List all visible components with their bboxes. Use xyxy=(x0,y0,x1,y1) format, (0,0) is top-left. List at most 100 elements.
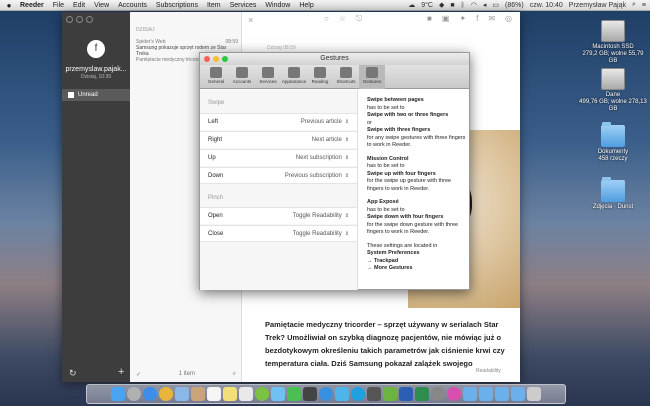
tab-reading[interactable]: Reading xyxy=(307,65,333,89)
safari-icon[interactable]: ◎ xyxy=(505,14,512,23)
reminders-icon[interactable] xyxy=(239,387,253,401)
tab-gestures[interactable]: Gestures xyxy=(359,65,385,89)
wifi-icon[interactable]: ◠ xyxy=(471,1,477,9)
clock[interactable]: czw. 10:40 xyxy=(530,2,563,9)
desktop-icon-dokumenty[interactable]: Dokumenty 458 rzeczy xyxy=(578,122,648,163)
zoom-button[interactable] xyxy=(222,56,228,62)
close-button[interactable] xyxy=(66,16,73,23)
bluetooth-icon[interactable]: ᛒ xyxy=(461,2,465,9)
gesture-value-select[interactable]: Toggle Readability xyxy=(293,231,342,237)
readability-button[interactable]: Readability xyxy=(476,368,501,374)
messages-icon[interactable] xyxy=(271,387,285,401)
app-store-icon[interactable] xyxy=(319,387,333,401)
notifications-icon[interactable]: ≡ xyxy=(642,2,646,9)
system-preferences-icon[interactable] xyxy=(431,387,445,401)
search-icon[interactable]: ⌕ xyxy=(233,371,236,378)
gesture-row-down[interactable]: Down Previous subscription ⇕ xyxy=(200,167,357,184)
tab-general[interactable]: General xyxy=(203,65,229,89)
add-icon[interactable]: + xyxy=(118,366,124,378)
evernote-icon[interactable] xyxy=(383,387,397,401)
mail-icon[interactable] xyxy=(175,387,189,401)
trash-icon[interactable] xyxy=(527,387,541,401)
gesture-row-close[interactable]: Close Toggle Readability ⇕ xyxy=(200,225,357,242)
tab-accounts[interactable]: Accounts xyxy=(229,65,255,89)
menu-view[interactable]: View xyxy=(94,2,109,9)
downloads-icon[interactable] xyxy=(511,387,525,401)
instapaper-icon[interactable]: ■ xyxy=(427,14,432,23)
desktop-icon-zdjecia[interactable]: Zdjęcia · Dunst xyxy=(578,177,648,211)
menu-accounts[interactable]: Accounts xyxy=(118,2,147,9)
tab-services[interactable]: Services xyxy=(255,65,281,89)
help-setting: → Trackpad xyxy=(367,257,399,264)
word-icon[interactable] xyxy=(399,387,413,401)
refresh-icon[interactable]: ↻ xyxy=(69,368,77,379)
chrome-icon[interactable] xyxy=(159,387,173,401)
gesture-value-select[interactable]: Previous subscription xyxy=(285,173,342,179)
facebook-icon[interactable]: f xyxy=(476,14,478,23)
checkmark-icon[interactable]: ✓ xyxy=(136,371,141,378)
account-name[interactable]: przemyslaw.pajak... xyxy=(62,66,130,73)
user-name[interactable]: Przemysław Pająk xyxy=(569,2,626,9)
zoom-button[interactable] xyxy=(86,16,93,23)
menu-app-name[interactable]: Reeder xyxy=(20,2,44,9)
reeder-icon[interactable] xyxy=(367,387,381,401)
contacts-icon[interactable] xyxy=(191,387,205,401)
folder-icon[interactable] xyxy=(463,387,477,401)
share-icon[interactable]: ⎋ xyxy=(356,14,362,24)
menu-services[interactable]: Services xyxy=(230,2,257,9)
evernote-icon[interactable]: ■ xyxy=(450,2,454,9)
battery-percent[interactable]: (86%) xyxy=(505,2,524,9)
circle-icon[interactable]: ○ xyxy=(324,14,329,24)
excel-icon[interactable] xyxy=(415,387,429,401)
close-list-icon[interactable]: × xyxy=(248,15,253,25)
gesture-row-left[interactable]: Left Previous article ⇕ xyxy=(200,113,357,130)
facetime-icon[interactable] xyxy=(287,387,301,401)
tab-appearance[interactable]: Appearance xyxy=(281,65,307,89)
battery-icon[interactable]: ▭ xyxy=(492,1,499,9)
notes-icon[interactable] xyxy=(223,387,237,401)
folder-icon[interactable] xyxy=(479,387,493,401)
folder-icon[interactable] xyxy=(495,387,509,401)
twitter-icon[interactable]: ✦ xyxy=(459,14,466,23)
gesture-value-select[interactable]: Next article xyxy=(312,137,342,143)
gesture-row-up[interactable]: Up Next subscription ⇕ xyxy=(200,149,357,166)
desktop-icon-macintosh-ssd[interactable]: Macintosh SSD 279,2 GB; wolne 55,79 GB xyxy=(578,20,648,65)
gesture-row-right[interactable]: Right Next article ⇕ xyxy=(200,131,357,148)
menu-item[interactable]: Item xyxy=(207,2,221,9)
pocket-icon[interactable]: ▣ xyxy=(442,14,450,23)
safari-icon[interactable] xyxy=(143,387,157,401)
dropbox-icon[interactable]: ◆ xyxy=(439,1,444,9)
desktop-icon-dane[interactable]: Dane 499,76 GB; wolne 278,13 GB xyxy=(578,68,648,113)
menu-window[interactable]: Window xyxy=(265,2,290,9)
apple-icon[interactable]: ● xyxy=(4,1,14,10)
calendar-icon[interactable] xyxy=(207,387,221,401)
itunes-icon[interactable] xyxy=(447,387,461,401)
tab-label: Shortcuts xyxy=(336,79,356,84)
spotlight-icon[interactable]: ⌕ xyxy=(632,1,636,9)
volume-icon[interactable]: ◂ xyxy=(483,1,487,9)
weather-icon[interactable]: ☁ xyxy=(408,1,415,9)
menu-file[interactable]: File xyxy=(53,2,64,9)
menu-edit[interactable]: Edit xyxy=(73,2,85,9)
mail-icon[interactable]: ✉ xyxy=(488,14,495,23)
launchpad-icon[interactable] xyxy=(127,387,141,401)
gesture-row-open[interactable]: Open Toggle Readability ⇕ xyxy=(200,207,357,224)
menu-help[interactable]: Help xyxy=(299,2,313,9)
finder-icon[interactable] xyxy=(111,387,125,401)
app-icon[interactable] xyxy=(303,387,317,401)
close-button[interactable] xyxy=(204,56,210,62)
gesture-value-select[interactable]: Next subscription xyxy=(296,155,342,161)
menu-subscriptions[interactable]: Subscriptions xyxy=(156,2,198,9)
spotify-icon[interactable] xyxy=(255,387,269,401)
desktop-icon-sub: 458 rzeczy xyxy=(598,156,628,162)
gesture-value-select[interactable]: Toggle Readability xyxy=(293,213,342,219)
tab-shortcuts[interactable]: Shortcuts xyxy=(333,65,359,89)
minimize-button[interactable] xyxy=(213,56,219,62)
star-icon[interactable]: ☆ xyxy=(339,14,346,24)
twitter-icon[interactable] xyxy=(335,387,349,401)
minimize-button[interactable] xyxy=(76,16,83,23)
sidebar-item-unread[interactable]: Unread xyxy=(62,89,130,101)
skype-icon[interactable] xyxy=(351,387,365,401)
gesture-value-select[interactable]: Previous article xyxy=(301,119,342,125)
temperature[interactable]: 9°C xyxy=(421,2,433,9)
